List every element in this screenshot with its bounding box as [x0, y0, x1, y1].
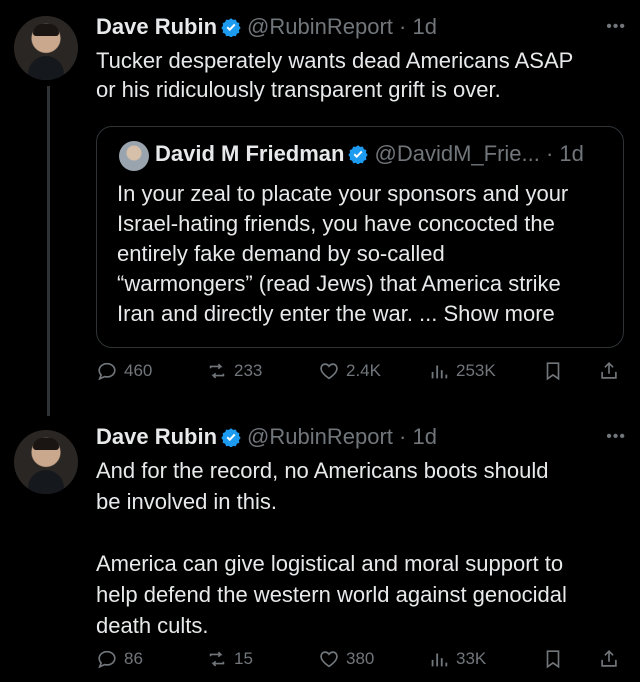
repost-icon	[209, 651, 225, 667]
bookmark-button[interactable]	[542, 648, 564, 670]
share-button[interactable]	[598, 360, 620, 382]
avatar[interactable]	[14, 16, 78, 80]
views-chart-icon	[431, 653, 448, 667]
tweet-header: Dave Rubin @RubinReport · 1d	[96, 424, 437, 450]
views-button[interactable]: 33K	[428, 648, 486, 670]
share-button[interactable]	[598, 648, 620, 670]
quote-author-handle: @DavidM_Frie...	[374, 141, 540, 166]
share-icon	[601, 362, 617, 379]
quote-text: In your zeal to placate your sponsors an…	[117, 181, 569, 326]
reply-button[interactable]: 86	[96, 648, 143, 670]
quote-author-name: David M Friedman	[155, 141, 345, 166]
reply-icon	[98, 650, 116, 669]
repost-count: 15	[234, 649, 253, 668]
like-button[interactable]: 380	[318, 648, 374, 670]
quote-header: David M Friedman @DavidM_Frie... · 1d	[155, 141, 584, 167]
reply-icon	[98, 362, 116, 381]
reply-count: 86	[124, 649, 143, 668]
tweet-text: Tucker desperately wants dead Americans …	[96, 48, 574, 102]
bookmark-button[interactable]	[542, 360, 564, 382]
views-button[interactable]: 253K	[428, 360, 496, 382]
tweet-header: Dave Rubin @RubinReport · 1d	[96, 14, 437, 40]
author-name[interactable]: Dave Rubin	[96, 424, 217, 449]
repost-button[interactable]: 233	[206, 360, 262, 382]
bookmark-icon	[546, 650, 560, 669]
repost-button[interactable]: 15	[206, 648, 253, 670]
quoted-tweet[interactable]: David M Friedman @DavidM_Frie... · 1d In …	[96, 126, 624, 348]
like-button[interactable]: 2.4K	[318, 360, 381, 382]
like-count: 2.4K	[346, 361, 381, 380]
verified-badge-icon	[221, 428, 241, 447]
repost-icon	[209, 363, 225, 379]
tweet-time: · 1d	[399, 14, 437, 39]
quote-time: · 1d	[545, 141, 584, 166]
views-count: 253K	[456, 361, 496, 380]
views-chart-icon	[431, 365, 448, 379]
tweet-time: · 1d	[399, 424, 437, 449]
author-name[interactable]: Dave Rubin	[96, 14, 217, 39]
avatar[interactable]	[14, 430, 78, 494]
heart-icon	[320, 363, 338, 380]
action-bar: 86 15 380 33K	[96, 648, 626, 678]
thread-line	[47, 86, 50, 416]
quote-avatar[interactable]	[119, 141, 149, 171]
more-options-icon[interactable]: •••	[606, 18, 626, 36]
repost-count: 233	[234, 361, 263, 380]
bookmark-icon	[546, 362, 560, 381]
more-options-icon[interactable]: •••	[606, 428, 626, 446]
action-bar: 460 233 2.4K 253K	[96, 360, 626, 390]
author-handle[interactable]: @RubinReport	[247, 14, 393, 39]
share-icon	[601, 650, 617, 667]
author-handle[interactable]: @RubinReport	[247, 424, 393, 449]
heart-icon	[320, 651, 338, 668]
tweet-text: And for the record, no Americans boots s…	[96, 458, 567, 638]
reply-button[interactable]: 460	[96, 360, 152, 382]
verified-badge-icon	[348, 145, 369, 164]
like-count: 380	[346, 649, 375, 668]
reply-count: 460	[124, 361, 153, 380]
verified-badge-icon	[221, 18, 241, 37]
views-count: 33K	[456, 649, 487, 668]
